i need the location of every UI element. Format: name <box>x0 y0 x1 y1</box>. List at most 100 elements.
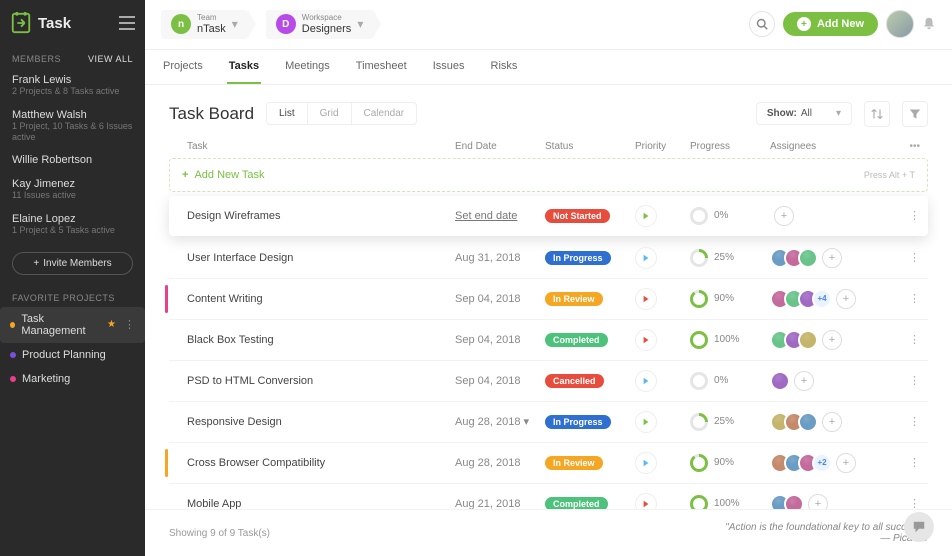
show-filter[interactable]: Show: All ▾ <box>756 102 852 125</box>
assignee-avatar[interactable] <box>798 330 818 350</box>
chat-button[interactable] <box>904 512 934 542</box>
tab-issues[interactable]: Issues <box>431 50 467 84</box>
task-end-date[interactable]: Aug 21, 2018 <box>455 498 545 509</box>
status-badge[interactable]: In Review <box>545 292 603 306</box>
assignee-avatar[interactable] <box>770 371 790 391</box>
sort-button[interactable] <box>864 101 890 127</box>
sidebar-member[interactable]: Elaine Lopez1 Project & 5 Tasks active <box>0 207 145 242</box>
more-assignees-badge[interactable]: +4 <box>812 289 832 309</box>
invite-members-button[interactable]: + Invite Members <box>12 252 133 275</box>
priority-button[interactable] <box>635 329 657 351</box>
priority-button[interactable] <box>635 452 657 474</box>
assignee-list: +4+ <box>770 289 880 309</box>
priority-button[interactable] <box>635 370 657 392</box>
app-logo[interactable]: Task <box>10 12 71 34</box>
row-more-button[interactable]: ⋮ <box>909 374 920 387</box>
task-row[interactable]: Responsive Design Aug 28, 2018 ▾ In Prog… <box>169 402 928 443</box>
bell-icon <box>922 16 936 30</box>
priority-button[interactable] <box>635 247 657 269</box>
more-icon[interactable]: ⋮ <box>124 318 135 331</box>
sidebar-project[interactable]: Marketing <box>0 367 145 391</box>
assignee-avatar[interactable] <box>798 412 818 432</box>
task-name: Black Box Testing <box>177 334 455 346</box>
task-row[interactable]: PSD to HTML Conversion Sep 04, 2018 Canc… <box>169 361 928 402</box>
add-assignee-button[interactable]: + <box>794 371 814 391</box>
task-end-date[interactable]: Set end date <box>455 210 545 222</box>
tab-timesheet[interactable]: Timesheet <box>354 50 409 84</box>
task-end-date[interactable]: Aug 28, 2018 ▾ <box>455 415 545 428</box>
task-progress: 90% <box>690 290 770 308</box>
sidebar-member[interactable]: Willie Robertson <box>0 148 145 172</box>
row-more-button[interactable]: ⋮ <box>909 333 920 346</box>
more-assignees-badge[interactable]: +2 <box>812 453 832 473</box>
member-name: Frank Lewis <box>12 74 133 86</box>
breadcrumb-workspace[interactable]: D Workspace Designers ▾ <box>266 10 374 39</box>
sidebar-project[interactable]: Product Planning <box>0 343 145 367</box>
assignee-avatar[interactable] <box>784 494 804 509</box>
task-end-date[interactable]: Sep 04, 2018 <box>455 293 545 305</box>
assignee-avatar[interactable] <box>798 248 818 268</box>
view-all-link[interactable]: View All <box>88 54 133 64</box>
view-calendar[interactable]: Calendar <box>352 103 417 124</box>
task-end-date[interactable]: Aug 31, 2018 <box>455 252 545 264</box>
add-assignee-button[interactable]: + <box>836 453 856 473</box>
status-badge[interactable]: Not Started <box>545 209 610 223</box>
notifications-button[interactable] <box>922 16 936 33</box>
priority-button[interactable] <box>635 288 657 310</box>
task-end-date[interactable]: Aug 28, 2018 <box>455 457 545 469</box>
member-meta: 1 Project, 10 Tasks & 6 Issues active <box>12 121 133 143</box>
add-new-button[interactable]: + Add New <box>783 12 878 36</box>
add-assignee-button[interactable]: + <box>822 248 842 268</box>
task-table: Task End Date Status Priority Progress A… <box>145 135 952 509</box>
col-header-task: Task <box>177 141 455 152</box>
task-row[interactable]: Mobile App Aug 21, 2018 Completed 100% +… <box>169 484 928 509</box>
add-assignee-button[interactable]: + <box>822 412 842 432</box>
status-badge[interactable]: In Progress <box>545 251 611 265</box>
task-row[interactable]: Cross Browser Compatibility Aug 28, 2018… <box>169 443 928 484</box>
row-more-button[interactable]: ⋮ <box>909 251 920 264</box>
view-list[interactable]: List <box>267 103 308 124</box>
sidebar-member[interactable]: Matthew Walsh1 Project, 10 Tasks & 6 Iss… <box>0 103 145 149</box>
sidebar-member[interactable]: Kay Jimenez11 Issues active <box>0 172 145 207</box>
view-grid[interactable]: Grid <box>308 103 352 124</box>
status-badge[interactable]: In Progress <box>545 415 611 429</box>
row-more-button[interactable]: ⋮ <box>909 209 920 222</box>
add-assignee-button[interactable]: + <box>808 494 828 509</box>
row-more-button[interactable]: ⋮ <box>909 456 920 469</box>
priority-button[interactable] <box>635 205 657 227</box>
task-progress: 90% <box>690 454 770 472</box>
priority-button[interactable] <box>635 493 657 509</box>
menu-icon[interactable] <box>119 16 135 30</box>
sidebar-member[interactable]: Frank Lewis2 Projects & 8 Tasks active <box>0 68 145 103</box>
tab-tasks[interactable]: Tasks <box>227 50 261 84</box>
add-assignee-button[interactable]: + <box>774 206 794 226</box>
col-header-actions[interactable]: ••• <box>880 141 920 152</box>
filter-button[interactable] <box>902 101 928 127</box>
task-name: PSD to HTML Conversion <box>177 375 455 387</box>
plus-circle-icon: + <box>797 17 811 31</box>
task-row[interactable]: User Interface Design Aug 31, 2018 In Pr… <box>169 238 928 279</box>
row-more-button[interactable]: ⋮ <box>909 292 920 305</box>
search-button[interactable] <box>749 11 775 37</box>
breadcrumb-team[interactable]: n Team nTask ▾ <box>161 10 248 39</box>
status-badge[interactable]: Completed <box>545 333 608 347</box>
status-badge[interactable]: Cancelled <box>545 374 604 388</box>
status-badge[interactable]: In Review <box>545 456 603 470</box>
row-more-button[interactable]: ⋮ <box>909 497 920 509</box>
task-end-date[interactable]: Sep 04, 2018 <box>455 334 545 346</box>
task-row[interactable]: Black Box Testing Sep 04, 2018 Completed… <box>169 320 928 361</box>
row-more-button[interactable]: ⋮ <box>909 415 920 428</box>
task-end-date[interactable]: Sep 04, 2018 <box>455 375 545 387</box>
user-avatar[interactable] <box>886 10 914 38</box>
task-row[interactable]: Content Writing Sep 04, 2018 In Review 9… <box>169 279 928 320</box>
tab-risks[interactable]: Risks <box>489 50 520 84</box>
tab-meetings[interactable]: Meetings <box>283 50 332 84</box>
priority-button[interactable] <box>635 411 657 433</box>
task-row[interactable]: Design Wireframes Set end date Not Start… <box>169 196 928 236</box>
tab-projects[interactable]: Projects <box>161 50 205 84</box>
add-assignee-button[interactable]: + <box>836 289 856 309</box>
sidebar-project[interactable]: Task Management★⋮ <box>0 307 145 343</box>
add-assignee-button[interactable]: + <box>822 330 842 350</box>
add-new-task-row[interactable]: +Add New Task Press Alt + T <box>169 158 928 192</box>
status-badge[interactable]: Completed <box>545 497 608 509</box>
